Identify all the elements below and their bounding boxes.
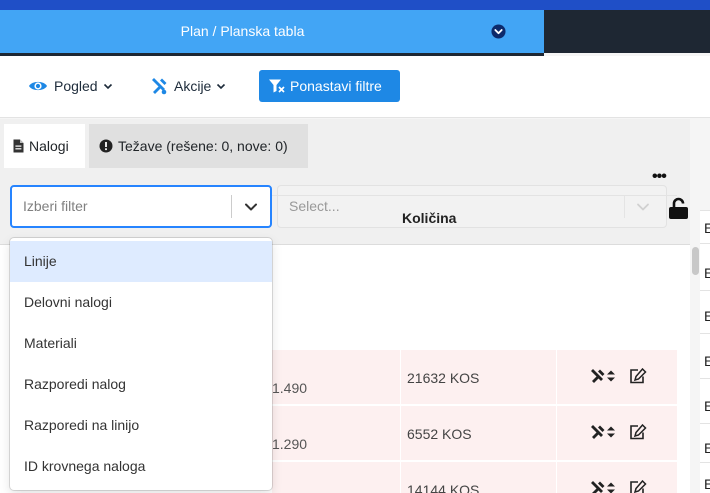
dropdown-option-linije[interactable]: Linije	[10, 241, 272, 282]
adjacent-cell-text: E	[704, 265, 710, 281]
cell-divider	[400, 462, 401, 493]
tab-nalogi[interactable]: Nalogi	[4, 124, 85, 168]
dropdown-option-id-krovnega-naloga[interactable]: ID krovnega naloga	[10, 446, 272, 487]
chevron-down-icon	[217, 83, 226, 89]
dropdown-option-razporedi-na-linijo[interactable]: Razporedi na linijo	[10, 405, 272, 446]
chevron-down-icon[interactable]	[242, 198, 260, 216]
table-row[interactable]: 1.290 6552 KOS	[272, 406, 677, 461]
filter-value-select[interactable]: Select...	[277, 185, 667, 228]
adjacent-row-divider	[700, 462, 710, 463]
header-dark-panel	[544, 10, 710, 53]
adjacent-cell-text: E	[704, 440, 710, 456]
tools-icon	[152, 78, 167, 95]
cell-divider	[400, 406, 401, 460]
filter-select[interactable]: Izberi filter	[10, 185, 272, 228]
page-header: Plan / Planska tabla	[0, 10, 544, 53]
filter-reset-icon	[269, 79, 285, 93]
row-left-value: 1.490	[272, 380, 308, 396]
reset-filters-label: Ponastavi filtre	[290, 78, 382, 94]
actions-menu-label: Akcije	[174, 78, 212, 94]
vertical-scrollbar[interactable]	[690, 243, 700, 493]
adjacent-row-divider	[700, 243, 710, 244]
select-separator	[624, 195, 625, 218]
file-icon	[13, 139, 24, 153]
filter-dropdown-menu: Linije Delovni nalogi Materiali Razpored…	[10, 238, 272, 490]
chevron-circle-down-icon[interactable]	[491, 24, 506, 39]
table-row[interactable]: 1.490 21632 KOS	[272, 350, 677, 405]
adjacent-cell-text: E	[704, 398, 710, 414]
adjacent-row-divider	[700, 423, 710, 424]
filter-row: Izberi filter Select...	[0, 168, 690, 245]
exclamation-circle-icon	[99, 139, 113, 153]
cell-divider	[556, 406, 557, 460]
tab-tezave[interactable]: Težave (rešene: 0, nove: 0)	[89, 124, 308, 168]
unlock-icon[interactable]	[668, 197, 690, 219]
edit-icon[interactable]	[629, 480, 647, 493]
dropdown-option-delovni-nalogi[interactable]: Delovni nalogi	[10, 282, 272, 323]
row-quantity: 14144 KOS	[407, 482, 480, 493]
toolbar: Pogled Akcije Ponastavi filtre	[0, 56, 710, 118]
cell-divider	[400, 350, 401, 404]
actions-menu-button[interactable]: Akcije	[150, 70, 226, 102]
row-quantity: 21632 KOS	[407, 370, 480, 386]
table-more-menu[interactable]: •••	[652, 169, 667, 185]
chevron-down-icon[interactable]	[634, 198, 652, 216]
row-left-value: 1.290	[272, 436, 308, 452]
tab-tezave-label: Težave (rešene: 0, nove: 0)	[118, 138, 288, 154]
dropdown-option-materiali[interactable]: Materiali	[10, 323, 272, 364]
top-accent-strip	[0, 0, 710, 10]
view-menu-label: Pogled	[54, 78, 98, 94]
cell-divider	[556, 350, 557, 404]
edit-icon[interactable]	[629, 424, 647, 440]
tools-sort-icon[interactable]	[590, 424, 617, 440]
table-header-divider	[272, 195, 677, 196]
table-row[interactable]: 14144 KOS	[272, 462, 677, 493]
dropdown-option-razporedi-nalog[interactable]: Razporedi nalog	[10, 364, 272, 405]
cell-divider	[556, 462, 557, 493]
adjacent-cell-text: E	[704, 353, 710, 369]
filter-value-placeholder: Select...	[289, 198, 340, 214]
tools-sort-icon[interactable]	[590, 368, 617, 384]
tab-nalogi-label: Nalogi	[29, 138, 69, 154]
adjacent-row-divider	[700, 290, 710, 291]
edit-icon[interactable]	[629, 368, 647, 384]
view-menu-button[interactable]: Pogled	[28, 70, 113, 102]
eye-icon	[29, 81, 47, 91]
adjacent-cell-text: E	[704, 308, 710, 324]
row-quantity: 6552 KOS	[407, 426, 472, 442]
page-title: Plan / Planska tabla	[180, 23, 305, 39]
adjacent-row-divider	[700, 333, 710, 334]
select-separator	[231, 195, 232, 218]
reset-filters-button[interactable]: Ponastavi filtre	[259, 70, 400, 102]
column-header-quantity[interactable]: Količina	[402, 210, 456, 226]
scrollbar-thumb[interactable]	[692, 247, 699, 275]
adjacent-row-divider	[700, 378, 710, 379]
adjacent-row-divider	[700, 210, 710, 211]
adjacent-cell-text: E	[704, 220, 710, 236]
filter-select-placeholder: Izberi filter	[23, 198, 88, 214]
tools-sort-icon[interactable]	[590, 480, 617, 493]
chevron-down-icon	[103, 83, 112, 89]
adjacent-cell-text: E	[704, 476, 710, 492]
